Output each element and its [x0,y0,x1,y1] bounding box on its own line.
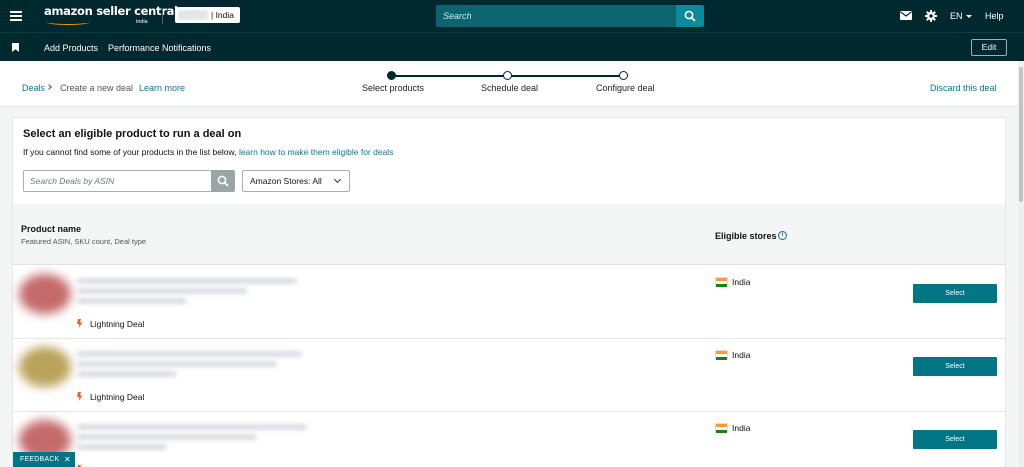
india-flag-icon [715,423,728,433]
scrollbar-thumb[interactable] [1019,67,1023,202]
store-switcher-label: | India [211,10,235,20]
column-header-product: Product name [21,224,82,234]
hamburger-menu-icon[interactable] [10,11,22,21]
discard-deal-link[interactable]: Discard this deal [930,83,997,93]
step-label-configure-deal: Configure deal [596,83,655,93]
table-row: Lightning Deal India Select [13,266,1005,339]
step-dot-schedule-deal [503,71,512,80]
gear-icon[interactable] [925,10,937,22]
step-dot-configure-deal [619,71,628,80]
brand-name: amazon seller central [44,4,178,18]
eligible-store: India [732,350,751,360]
store-switcher[interactable]: | India [175,7,240,23]
product-title-redacted [77,288,247,294]
store-filter-value: Amazon Stores: All [250,176,322,186]
header-divider [162,8,163,24]
product-meta-redacted [77,298,187,304]
lightning-icon [77,392,83,401]
nav-item-performance-notifications[interactable]: Performance Notifications [108,43,211,53]
select-product-button[interactable]: Select [913,430,997,449]
eligible-store: India [732,277,751,287]
language-label: EN [950,11,963,21]
caret-down-icon [965,15,972,19]
product-title-redacted [77,361,277,367]
brand-region: india [136,19,148,25]
product-thumbnail[interactable] [19,347,71,387]
step-label-select-products: Select products [362,83,425,93]
nav-item-add-products[interactable]: Add Products [44,43,98,53]
feedback-tab[interactable]: FEEDBACK ✕ [13,452,75,467]
product-title-redacted [77,278,297,284]
column-header-stores: Eligible stores [715,231,777,241]
table-row: Lightning Deal India Select [13,339,1005,412]
nav-bar: Add Products Performance Notifications E… [0,32,1024,61]
india-flag-icon [715,277,728,287]
top-bar: amazon seller central india | India Sear… [0,0,1024,32]
search-icon [217,175,229,187]
bookmark-icon[interactable] [12,43,19,52]
feedback-label: FEEDBACK [20,456,60,463]
learn-more-link[interactable]: Learn more [139,83,185,93]
step-dot-select-products [387,71,396,80]
close-icon[interactable]: ✕ [64,452,71,467]
table-row: Lightning Deal India Select [13,412,1005,467]
eligibility-hint: If you cannot find some of your products… [23,147,393,157]
store-filter-dropdown[interactable]: Amazon Stores: All [242,170,350,192]
chevron-down-icon [333,175,342,184]
product-thumbnail[interactable] [19,274,71,314]
page-scrollbar[interactable] [1018,61,1024,467]
deal-type-label: Lightning Deal [90,392,145,402]
search-icon [684,10,696,22]
lightning-icon [77,319,83,328]
product-title-redacted [77,434,257,440]
table-header: Product name Featured ASIN, SKU count, D… [13,204,1005,265]
help-link[interactable]: Help [985,11,1004,21]
product-selection-card: Select an eligible product to run a deal… [12,117,1006,467]
breadcrumb-deals[interactable]: Deals [22,83,45,93]
column-header-product-sub: Featured ASIN, SKU count, Deal type [21,237,147,246]
mail-icon[interactable] [900,11,912,20]
store-name-redacted [178,10,208,20]
language-selector[interactable]: EN [950,11,972,21]
deal-type-label: Lightning Deal [90,319,145,329]
amazon-smile-icon [46,19,90,25]
global-search-input[interactable]: Search [436,5,676,27]
asin-search-input[interactable]: Search Deals by ASIN [23,170,211,192]
product-meta-redacted [77,444,167,450]
eligibility-help-link[interactable]: learn how to make them eligible for deal… [239,147,394,157]
product-meta-redacted [77,371,177,377]
brand-logo[interactable]: amazon seller central india [44,4,178,25]
product-title-redacted [77,424,307,430]
product-title-redacted [77,351,302,357]
global-search-button[interactable] [676,5,704,27]
eligible-store: India [732,423,751,433]
page-title: Select an eligible product to run a deal… [23,128,242,140]
select-product-button[interactable]: Select [913,357,997,376]
edit-nav-button[interactable]: Edit [971,39,1007,56]
chevron-right-icon [46,84,52,90]
eligibility-hint-text: If you cannot find some of your products… [23,147,237,157]
breadcrumb-current: Create a new deal [60,83,134,93]
info-icon[interactable]: i [778,231,787,240]
step-label-schedule-deal: Schedule deal [481,83,539,93]
asin-search-button[interactable] [211,170,235,192]
deal-progress-header: Deals Create a new deal Learn more Selec… [0,61,1018,107]
india-flag-icon [715,350,728,360]
select-product-button[interactable]: Select [913,284,997,303]
